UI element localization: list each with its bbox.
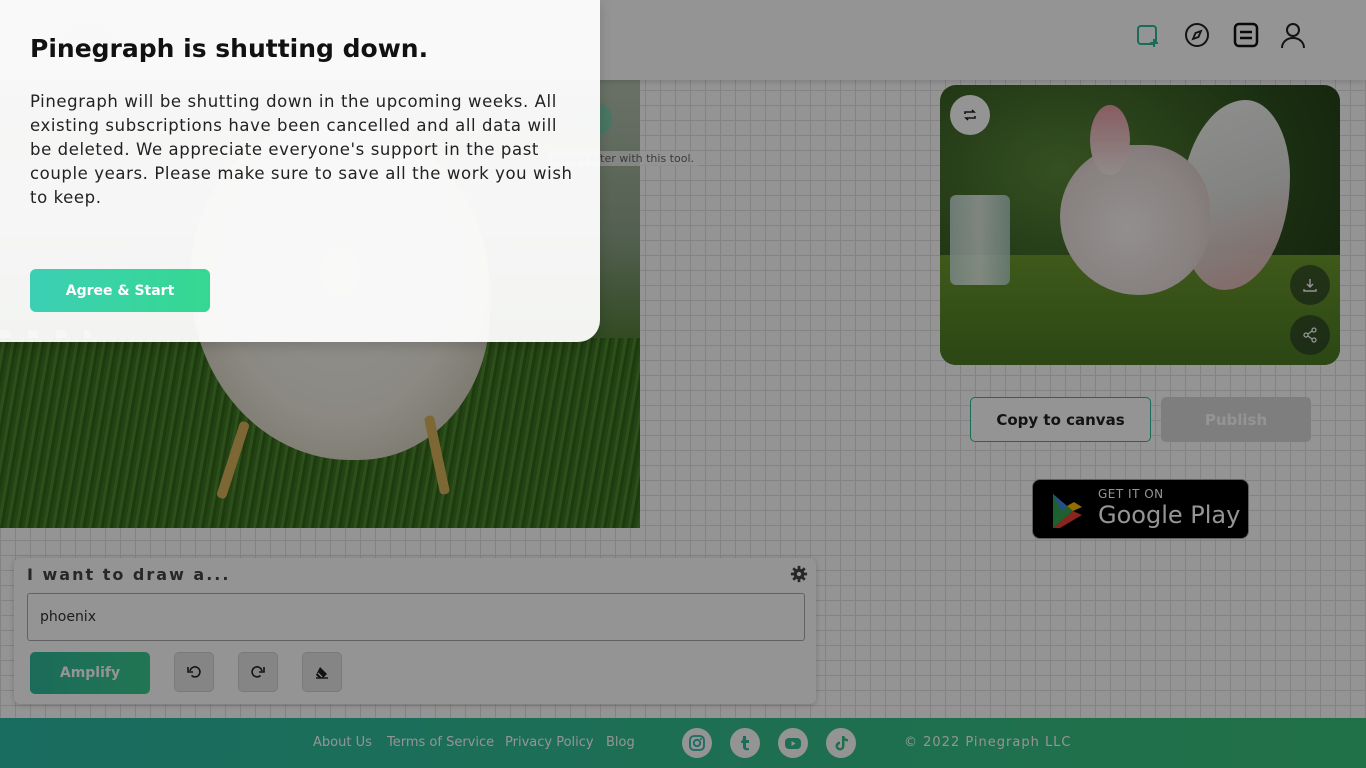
agree-start-button[interactable]: Agree & Start: [30, 269, 210, 312]
modal-title: Pinegraph is shutting down.: [30, 34, 429, 63]
modal-body: Pinegraph will be shutting down in the u…: [30, 92, 573, 207]
shutdown-modal: Pinegraph is shutting down. Pinegraph wi…: [0, 0, 600, 342]
